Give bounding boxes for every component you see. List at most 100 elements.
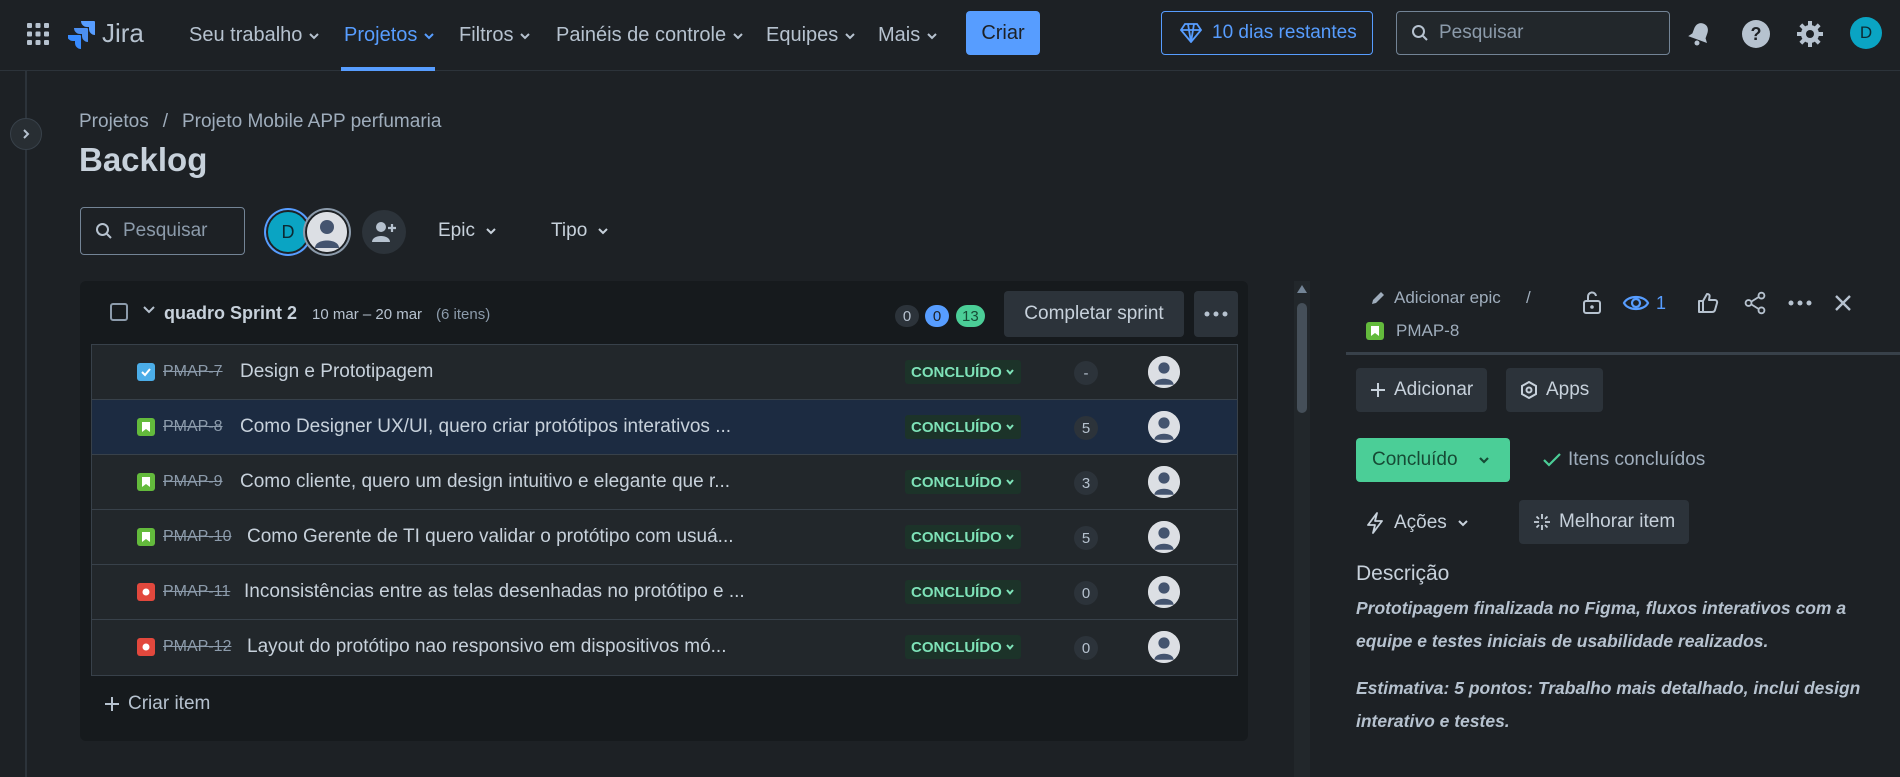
nav-label: Equipes — [766, 24, 839, 46]
issue-key[interactable]: PMAP-8 — [163, 418, 223, 436]
sprint-container: quadro Sprint 2 10 mar – 20 mar (6 itens… — [80, 281, 1248, 741]
issue-summary[interactable]: Inconsistências entre as telas desenhada… — [244, 581, 745, 603]
chevron-down-icon — [486, 228, 496, 235]
user-avatar[interactable]: D — [1850, 17, 1882, 49]
close-icon[interactable] — [1825, 285, 1861, 321]
diamond-icon — [1180, 23, 1202, 43]
story-points-badge[interactable]: 3 — [1074, 471, 1098, 495]
issue-key[interactable]: PMAP-9 — [163, 473, 223, 491]
scroll-up-arrow-icon[interactable] — [1297, 285, 1307, 293]
chevron-down-icon — [520, 32, 531, 39]
trial-days-button[interactable]: 10 dias restantes — [1161, 11, 1373, 55]
sprint-dates: 10 mar – 20 mar — [312, 306, 423, 323]
help-icon[interactable]: ? — [1741, 19, 1771, 49]
issue-status-label: Concluído — [1372, 449, 1458, 470]
page-title: Backlog — [79, 141, 208, 178]
improve-item-button[interactable]: Melhorar item — [1519, 500, 1690, 544]
create-item-button[interactable]: Criar item — [104, 693, 210, 715]
issue-status-dropdown[interactable]: CONCLUÍDO — [905, 360, 1021, 384]
assignee-filter-avatar-unassigned[interactable] — [305, 210, 349, 254]
status-label: CONCLUÍDO — [911, 638, 1002, 656]
story-points-badge[interactable]: 5 — [1074, 526, 1098, 550]
issue-key[interactable]: PMAP-12 — [163, 638, 231, 656]
backlog-scrollbar[interactable] — [1294, 281, 1310, 777]
sprint-more-actions-button[interactable] — [1194, 291, 1238, 337]
app-switcher-icon[interactable] — [26, 22, 50, 46]
issue-status-dropdown[interactable]: CONCLUÍDO — [905, 580, 1021, 604]
assignee-avatar[interactable] — [1146, 519, 1182, 555]
assignee-avatar[interactable] — [1146, 354, 1182, 390]
epic-filter-dropdown[interactable]: Epic — [438, 207, 497, 255]
issue-summary[interactable]: Layout do protótipo nao responsivo em di… — [247, 636, 727, 658]
scrollbar-thumb[interactable] — [1297, 303, 1307, 413]
issue-row[interactable]: PMAP-9 Como cliente, quero um design int… — [92, 455, 1237, 510]
in-progress-points-badge: 0 — [925, 305, 949, 327]
story-points-badge[interactable]: 5 — [1074, 416, 1098, 440]
more-horizontal-icon[interactable] — [1782, 285, 1818, 321]
issue-status-button[interactable]: Concluído — [1356, 438, 1510, 482]
issue-key[interactable]: PMAP-11 — [163, 583, 230, 601]
assignee-avatar[interactable] — [1146, 464, 1182, 500]
watchers-button[interactable]: 1 — [1622, 285, 1666, 321]
issue-row[interactable]: PMAP-10 Como Gerente de TI quero validar… — [92, 510, 1237, 565]
nav-seu-trabalho[interactable]: Seu trabalho — [189, 0, 320, 71]
issue-status-dropdown[interactable]: CONCLUÍDO — [905, 525, 1021, 549]
issue-status-dropdown[interactable]: CONCLUÍDO — [905, 635, 1021, 659]
issue-key[interactable]: PMAP-10 — [163, 528, 231, 546]
chevron-down-icon — [1006, 479, 1014, 486]
apps-button[interactable]: Apps — [1506, 368, 1604, 412]
nav-label: Projetos — [344, 24, 418, 46]
sprint-collapse-toggle[interactable] — [142, 303, 156, 317]
add-button[interactable]: Adicionar — [1356, 368, 1488, 412]
notifications-icon[interactable] — [1686, 19, 1714, 47]
issue-row-selected[interactable]: PMAP-8 Como Designer UX/UI, quero criar … — [92, 400, 1237, 455]
status-label: CONCLUÍDO — [911, 418, 1002, 436]
unlock-icon[interactable] — [1574, 285, 1610, 321]
sprint-select-checkbox[interactable] — [110, 303, 128, 321]
issue-key[interactable]: PMAP-7 — [163, 363, 223, 381]
type-filter-dropdown[interactable]: Tipo — [551, 207, 609, 255]
add-people-button[interactable] — [362, 210, 406, 254]
nav-filtros[interactable]: Filtros — [459, 0, 531, 71]
issue-status-dropdown[interactable]: CONCLUÍDO — [905, 470, 1021, 494]
assignee-filter-avatar-d[interactable]: D — [266, 210, 310, 254]
expand-sidebar-button[interactable] — [10, 118, 42, 150]
nav-paineis[interactable]: Painéis de controle — [556, 0, 744, 71]
nav-projetos[interactable]: Projetos — [344, 0, 435, 71]
nav-equipes[interactable]: Equipes — [766, 0, 856, 71]
search-icon — [1412, 25, 1428, 41]
jira-logo[interactable]: Jira — [68, 18, 144, 49]
settings-icon[interactable] — [1795, 19, 1825, 49]
breadcrumb-projects-link[interactable]: Projetos — [79, 111, 149, 133]
backlog-search-input[interactable]: Pesquisar — [80, 207, 245, 255]
assignee-avatar[interactable] — [1146, 409, 1182, 445]
description-content[interactable]: Prototipagem finalizada no Figma, fluxos… — [1356, 592, 1876, 738]
status-label: CONCLUÍDO — [911, 528, 1002, 546]
share-icon[interactable] — [1737, 285, 1773, 321]
assignee-avatar[interactable] — [1146, 574, 1182, 610]
issue-key-link[interactable]: PMAP-8 — [1366, 321, 1459, 341]
add-epic-link[interactable]: Adicionar epic — [1370, 288, 1501, 308]
issue-summary[interactable]: Como Gerente de TI quero validar o protó… — [247, 526, 734, 548]
sprint-name[interactable]: quadro Sprint 2 — [164, 303, 297, 324]
actions-dropdown[interactable]: Ações — [1366, 501, 1469, 545]
done-points-badge: 13 — [956, 305, 985, 327]
issue-row[interactable]: PMAP-7 Design e Prototipagem CONCLUÍDO - — [92, 345, 1237, 400]
issue-summary[interactable]: Como cliente, quero um design intuitivo … — [240, 471, 730, 493]
global-search-input[interactable]: Pesquisar — [1396, 11, 1670, 55]
issue-summary[interactable]: Como Designer UX/UI, quero criar protóti… — [240, 416, 731, 438]
breadcrumb-project-link[interactable]: Projeto Mobile APP perfumaria — [182, 111, 441, 133]
issue-summary[interactable]: Design e Prototipagem — [240, 361, 433, 383]
story-points-badge[interactable]: 0 — [1074, 636, 1098, 660]
nav-mais[interactable]: Mais — [878, 0, 938, 71]
issue-status-dropdown[interactable]: CONCLUÍDO — [905, 415, 1021, 439]
issue-row[interactable]: PMAP-12 Layout do protótipo nao responsi… — [92, 620, 1237, 675]
thumbs-up-icon[interactable] — [1690, 285, 1726, 321]
issue-row[interactable]: PMAP-11 Inconsistências entre as telas d… — [92, 565, 1237, 620]
create-button[interactable]: Criar — [966, 11, 1040, 55]
story-type-icon — [137, 418, 155, 436]
story-points-badge[interactable]: 0 — [1074, 581, 1098, 605]
complete-sprint-button[interactable]: Completar sprint — [1004, 291, 1184, 337]
story-points-badge[interactable]: - — [1074, 361, 1098, 385]
assignee-avatar[interactable] — [1146, 629, 1182, 665]
